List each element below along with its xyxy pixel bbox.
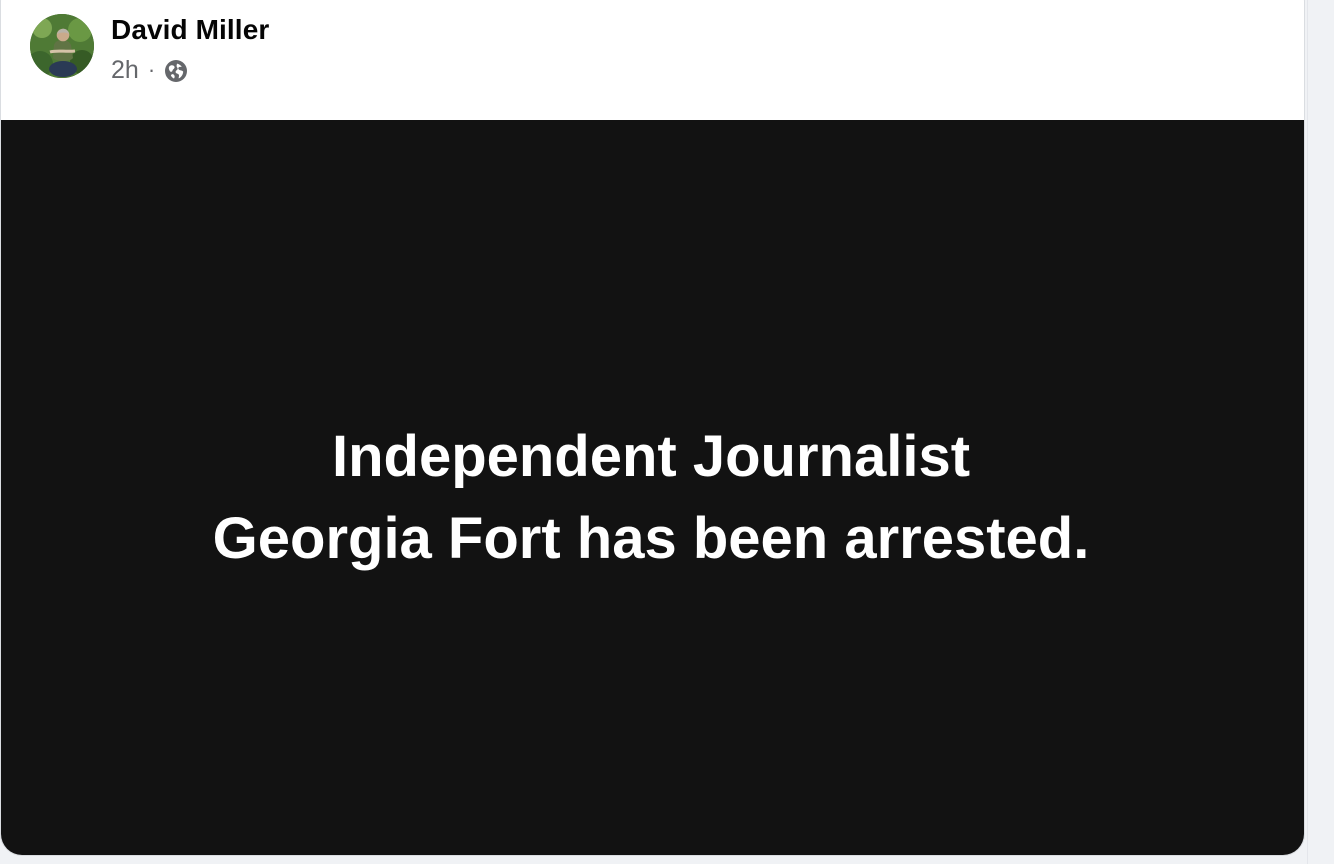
page-right-gutter bbox=[1305, 0, 1334, 864]
post-header: David Miller 2h · bbox=[1, 1, 1304, 100]
post-image-line-1: Independent Journalist bbox=[331, 424, 971, 489]
post-timestamp[interactable]: 2h bbox=[111, 53, 139, 87]
post-image-line-2: Georgia Fort has been arrested. bbox=[212, 506, 1090, 571]
feed-page: David Miller 2h · Independent Journalist… bbox=[0, 0, 1334, 864]
profile-photo-icon bbox=[30, 14, 94, 78]
post-card: David Miller 2h · Independent Journalist… bbox=[0, 0, 1305, 856]
meta-separator: · bbox=[147, 57, 156, 82]
post-image[interactable]: Independent Journalist Georgia Fort has … bbox=[1, 120, 1304, 855]
globe-icon[interactable] bbox=[164, 59, 188, 83]
author-name[interactable]: David Miller bbox=[111, 13, 269, 47]
scrollbar-track[interactable] bbox=[1307, 0, 1308, 864]
author-avatar[interactable] bbox=[30, 14, 94, 78]
post-image-text: Independent Journalist Georgia Fort has … bbox=[1, 416, 1301, 580]
post-meta: 2h · bbox=[111, 53, 188, 87]
